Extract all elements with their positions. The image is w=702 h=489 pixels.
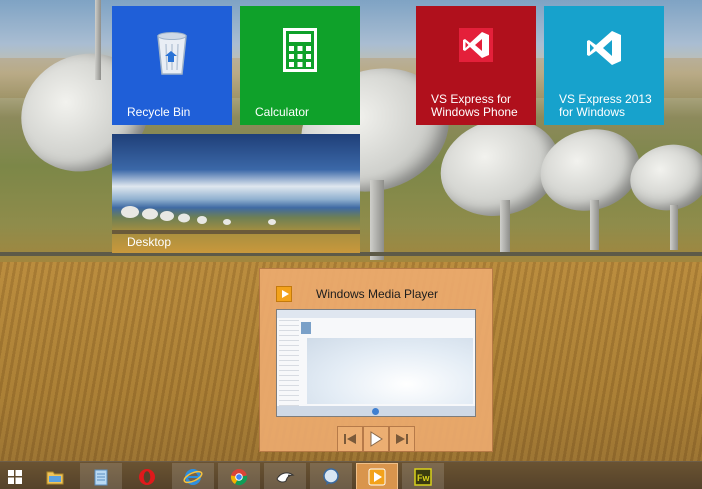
previous-track-icon xyxy=(344,434,356,444)
fireworks-icon: Fw xyxy=(414,467,432,486)
taskbar-file-explorer[interactable] xyxy=(34,463,76,489)
tile-label: Calculator xyxy=(255,105,310,119)
snapshot-sidebar xyxy=(279,320,299,406)
taskbar-notepad[interactable] xyxy=(80,463,122,489)
windows-media-player-icon xyxy=(368,468,386,485)
tile-vs-express-windows-phone[interactable]: VS Express for Windows Phone xyxy=(416,6,536,125)
telescope-mast xyxy=(95,0,101,80)
windows-start-icon xyxy=(8,469,22,484)
taskbar-messenger[interactable] xyxy=(310,463,352,489)
calculator-icon xyxy=(283,28,317,75)
tile-recycle-bin[interactable]: Recycle Bin xyxy=(112,6,232,125)
snapshot-playback-bar xyxy=(277,406,475,416)
taskbar-windows-media-player[interactable] xyxy=(356,463,398,489)
preview-window-snapshot[interactable] xyxy=(276,309,476,417)
ie-icon xyxy=(183,468,203,485)
taskbar-fireworks[interactable]: Fw xyxy=(402,463,444,489)
snapshot-album-art xyxy=(301,322,311,334)
telescope-mast xyxy=(500,200,510,255)
telescope-mast xyxy=(590,200,599,250)
snapshot-toolbar xyxy=(277,310,475,318)
tile-label: Desktop xyxy=(127,235,172,249)
notepad-icon xyxy=(94,469,108,485)
recycle-bin-icon xyxy=(155,28,189,79)
fireworks-label: Fw xyxy=(417,473,430,483)
telescope-mast xyxy=(670,205,678,250)
tile-vs-express-windows[interactable]: VS Express 2013 for Windows xyxy=(544,6,664,125)
chat-icon xyxy=(323,467,339,485)
taskbar-opera[interactable] xyxy=(126,463,168,489)
bird-app-icon xyxy=(276,471,295,483)
next-track-icon xyxy=(396,434,408,444)
play-button[interactable] xyxy=(363,426,389,452)
folder-icon xyxy=(46,471,64,484)
preview-header: Windows Media Player xyxy=(276,286,476,302)
telescope-dish xyxy=(624,137,702,218)
chrome-icon xyxy=(230,468,248,485)
preview-title: Windows Media Player xyxy=(316,287,439,301)
taskbar: Fw xyxy=(0,461,702,489)
thumbnail-toolbar xyxy=(337,426,415,452)
telescope-mast xyxy=(370,180,384,260)
taskbar-internet-explorer[interactable] xyxy=(172,463,214,489)
opera-icon xyxy=(139,468,155,485)
tile-label: VS Express 2013 for Windows xyxy=(559,92,652,119)
tile-calculator[interactable]: Calculator xyxy=(240,6,360,125)
windows-media-player-icon xyxy=(276,286,292,302)
taskbar-bird-app[interactable] xyxy=(264,463,306,489)
taskbar-thumbnail-preview[interactable]: Windows Media Player xyxy=(259,268,493,452)
tile-desktop[interactable]: Desktop xyxy=(112,134,360,253)
start-button[interactable] xyxy=(0,463,30,489)
next-track-button[interactable] xyxy=(389,426,415,452)
tile-label: VS Express for Windows Phone xyxy=(431,92,518,119)
snapshot-library-area xyxy=(307,338,473,404)
visual-studio-icon xyxy=(584,28,624,71)
previous-track-button[interactable] xyxy=(337,426,363,452)
play-icon xyxy=(370,431,383,447)
taskbar-chrome[interactable] xyxy=(218,463,260,489)
tile-label: Recycle Bin xyxy=(127,105,191,119)
visual-studio-icon xyxy=(459,28,493,65)
